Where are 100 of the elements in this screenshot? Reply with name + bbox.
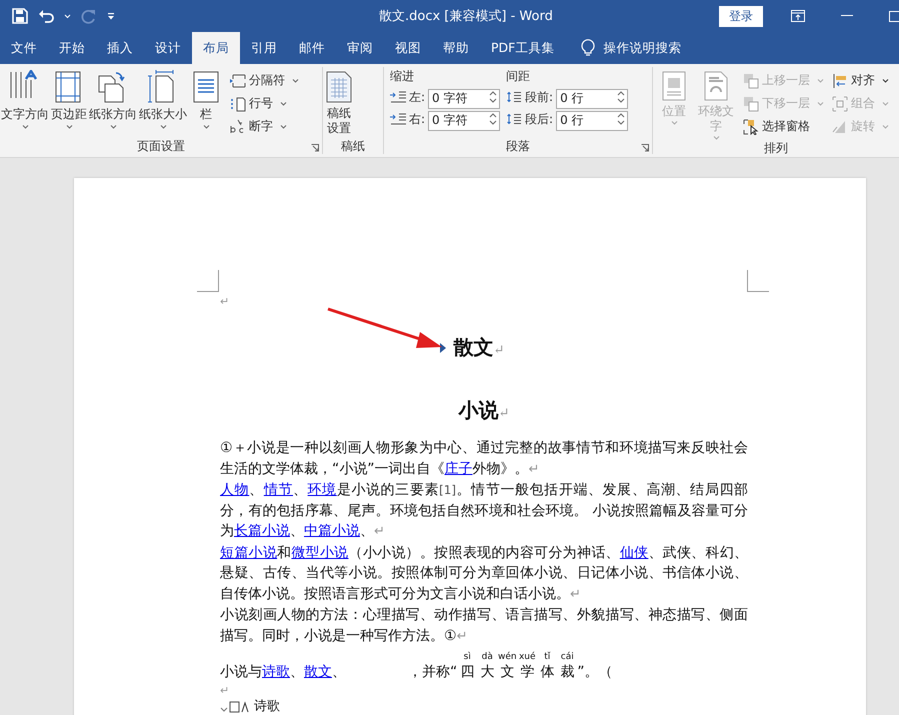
ribbon-button[interactable]: 页边距 <box>50 67 88 129</box>
hyperlink[interactable]: 庄子 <box>444 460 473 476</box>
ribbon-tab[interactable]: 引用 <box>240 32 288 64</box>
body-paragraph: 人物、情节、环境是小说的三要素[1]。情节一般包括开端、发展、高潮、结局四部分，有的包括序幕、尾声。环境包括自然环境和社会环境。 小说按照篇幅及容量可分为长篇小说、中篇小说、↵ <box>220 481 748 541</box>
breaks-icon <box>230 72 246 88</box>
collapse-icon[interactable] <box>440 342 446 352</box>
ribbon-tab[interactable]: 文件 <box>0 32 48 64</box>
spin-field[interactable]: 0 行 <box>556 88 628 108</box>
paragraph-mark: ↵ <box>220 294 230 310</box>
hyperlink[interactable]: 长篇小说 <box>234 523 290 539</box>
group-label: 排列 <box>764 140 788 156</box>
caret-icon <box>280 124 287 128</box>
ribbon-tab[interactable]: 设计 <box>144 32 192 64</box>
hyperlink[interactable]: 环境 <box>308 482 337 498</box>
body-paragraph: ①＋小说是一种以刻画人物形象为中心、通过完整的故事情节和环境描写来反映社会生活的文学体裁，“小说”一词出自《庄子外物》。↵ <box>220 439 748 478</box>
hyperlink[interactable]: 情节 <box>264 482 294 498</box>
selection-pane-icon <box>743 118 759 134</box>
align-icon <box>832 72 848 88</box>
caret-icon <box>202 125 210 129</box>
section-label: 缩进 <box>390 68 415 85</box>
field-label: 段前: <box>525 88 554 106</box>
caret-icon <box>66 125 72 129</box>
spinner-arrows-icon[interactable] <box>617 111 626 127</box>
heading: 小说↵ <box>458 397 510 424</box>
hyphenation-icon <box>230 118 246 134</box>
customize-icon[interactable] <box>107 12 115 20</box>
ribbon-button[interactable]: 行号 <box>228 93 301 114</box>
bring-forward-icon <box>743 72 759 88</box>
crop-mark <box>747 270 769 292</box>
ribbon-tab[interactable]: 布局 <box>192 32 240 64</box>
spin-field[interactable]: 0 字符 <box>428 88 500 108</box>
lightbulb-icon[interactable] <box>581 39 596 57</box>
hyperlink[interactable]: 仙侠 <box>620 544 648 560</box>
caret-icon <box>882 124 889 128</box>
ribbon-button[interactable]: 栏 <box>188 67 224 129</box>
dialog-launcher-icon[interactable] <box>641 144 649 152</box>
group-icon <box>832 96 848 112</box>
line-numbers-icon <box>230 96 246 112</box>
ribbon-button[interactable]: 分隔符 <box>228 70 301 91</box>
maximize-icon[interactable] <box>889 10 899 22</box>
list-item-text: 诗歌 <box>254 699 280 715</box>
send-backward-icon <box>743 96 759 112</box>
dialog-launcher-icon[interactable] <box>311 144 319 152</box>
ribbon-tab[interactable]: 审阅 <box>336 32 384 64</box>
spinner-arrows-icon[interactable] <box>489 89 498 105</box>
ribbon-tab[interactable]: 帮助 <box>432 32 480 64</box>
pinyin-text: dà <box>480 652 494 662</box>
hyperlink[interactable]: 散文 <box>304 664 332 680</box>
ribbon-tab[interactable]: 插入 <box>96 32 144 64</box>
caret-icon[interactable] <box>64 14 71 18</box>
spinner-arrows-icon[interactable] <box>489 111 498 127</box>
ribbon-tab[interactable]: 开始 <box>48 32 96 64</box>
section-label: 间距 <box>506 68 532 85</box>
hyperlink[interactable]: 人物 <box>220 482 250 498</box>
caret-icon <box>22 125 28 129</box>
spacing-before-icon <box>506 90 522 104</box>
pinyin-text: xué <box>518 652 537 662</box>
ribbon-button[interactable]: 纸张大小 <box>138 67 188 129</box>
save-icon[interactable] <box>12 8 28 24</box>
spin-field[interactable]: 0 字符 <box>428 110 500 130</box>
hyperlink[interactable]: 诗歌 <box>262 664 290 680</box>
ribbon-button[interactable]: 断字 <box>228 116 301 137</box>
caret-icon <box>292 78 299 82</box>
ribbon-tab[interactable]: 视图 <box>384 32 432 64</box>
group-label: 稿纸 <box>341 138 365 154</box>
spacing-after-icon <box>506 112 522 126</box>
field-label: 段后: <box>525 110 554 128</box>
ribbon-button[interactable]: 文字方向 <box>0 67 50 129</box>
sign-in-button[interactable]: 登录 <box>719 6 763 26</box>
caret-icon <box>110 125 116 129</box>
ribbon-tab[interactable]: 邮件 <box>288 32 336 64</box>
ribbon-button[interactable]: 对齐 <box>830 70 891 91</box>
grid-paper-icon <box>324 70 354 104</box>
wrap-text-icon <box>702 70 730 102</box>
position-icon <box>660 70 688 102</box>
minimize-icon[interactable] <box>841 15 853 17</box>
ribbon-button[interactable]: 纸张方向 <box>88 67 138 129</box>
ribbon-tab[interactable]: PDF工具集 <box>480 32 566 64</box>
spinner-arrows-icon[interactable] <box>617 89 626 105</box>
undo-icon[interactable] <box>38 8 54 24</box>
group-label: 页面设置 <box>137 138 185 154</box>
pinyin-text: tǐ <box>543 652 552 662</box>
caret-icon <box>670 121 678 125</box>
hyperlink[interactable]: 中篇小说 <box>304 523 360 539</box>
pinyin-text: wén <box>497 652 518 662</box>
tell-me-search[interactable]: 操作说明搜索 <box>603 32 682 64</box>
indent-right-icon <box>390 113 406 125</box>
caret-icon <box>160 125 166 129</box>
crop-mark <box>197 270 219 292</box>
caret-icon <box>882 102 889 106</box>
ribbon-button[interactable]: 选择窗格 <box>741 116 826 137</box>
ribbon-button[interactable]: 稿纸设置 <box>323 67 355 136</box>
hyperlink[interactable]: 短篇小说 <box>220 544 278 560</box>
hyperlink[interactable]: 微型小说 <box>291 544 349 560</box>
spin-field[interactable]: 0 行 <box>556 110 628 130</box>
group-label: 段落 <box>506 138 530 154</box>
ribbon-display-icon[interactable] <box>791 10 805 22</box>
pinyin-text: cái <box>560 652 575 662</box>
indent-left-icon <box>390 91 406 103</box>
list-bullet-icon <box>220 701 250 713</box>
